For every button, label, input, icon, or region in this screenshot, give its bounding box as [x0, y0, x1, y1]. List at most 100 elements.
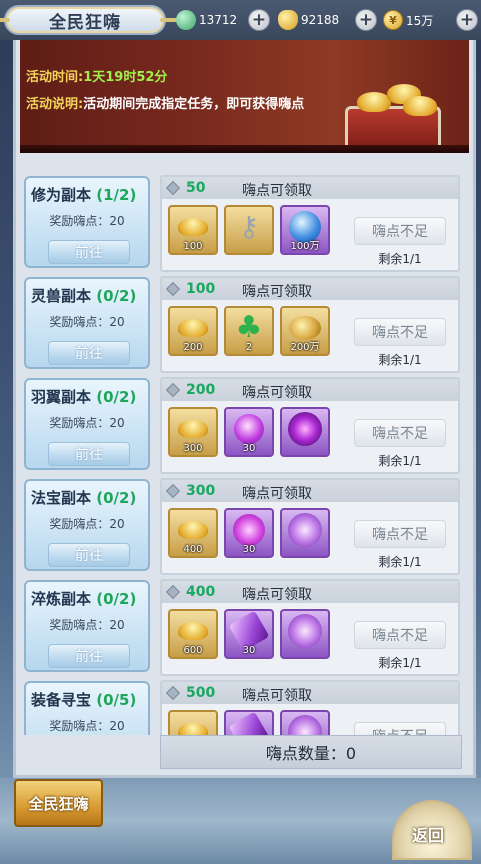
dungeon-reward: 奖励嗨点：20: [49, 517, 125, 531]
gold-ingot-icon[interactable]: 200: [168, 306, 218, 356]
dungeon-card: 羽翼副本 (0/2) 奖励嗨点：20 前往: [24, 378, 150, 470]
points-count: 嗨点数量：0: [160, 735, 462, 769]
dungeon-card: 灵兽副本 (0/2) 奖励嗨点：20 前往: [24, 277, 150, 369]
reward-header-text: 嗨点可领取: [242, 587, 312, 603]
claim-button[interactable]: 嗨点不足: [354, 318, 446, 346]
dungeon-name: 羽翼副本 (0/2): [31, 388, 137, 406]
event-time-key: 活动时间:: [26, 70, 84, 85]
reward-tier-header: 300 嗨点可领取: [162, 480, 458, 502]
event-desc-value: 活动期间完成指定任务，即可获得嗨点: [83, 97, 305, 112]
gold-ingot-icon[interactable]: 100: [168, 205, 218, 255]
go-button[interactable]: 前往: [48, 543, 130, 567]
purple-swirl-icon[interactable]: [280, 407, 330, 457]
tab-quanmin-kuanghai[interactable]: 全民狂嗨: [14, 779, 103, 827]
reward-points: 100: [186, 281, 216, 297]
dungeon-card: 装备寻宝 (0/5) 奖励嗨点：20 前往: [24, 681, 150, 735]
go-button[interactable]: 前往: [48, 442, 130, 466]
page-title: 全民狂嗨: [0, 5, 178, 35]
key-icon[interactable]: ⚷: [224, 205, 274, 255]
add-jade-button[interactable]: +: [248, 9, 270, 31]
reward-header-text: 嗨点可领取: [242, 486, 312, 502]
event-banner: 活动时间:1天19时52分 活动说明:活动期间完成指定任务，即可获得嗨点: [20, 40, 469, 153]
claim-button[interactable]: 嗨点不足: [354, 520, 446, 548]
claim-button[interactable]: 嗨点不足: [354, 217, 446, 245]
dungeon-progress: (0/2): [96, 590, 137, 608]
dungeon-name: 装备寻宝 (0/5): [31, 691, 137, 709]
reward-points: 200: [186, 382, 216, 398]
dungeon-reward: 奖励嗨点：20: [49, 618, 125, 632]
treasure-chest-icon: [337, 80, 447, 153]
dungeon-card: 法宝副本 (0/2) 奖励嗨点：20 前往: [24, 479, 150, 571]
reward-header-text: 嗨点可领取: [242, 688, 312, 704]
remaining-count: 剩余1/1: [378, 252, 422, 266]
dungeon-reward: 奖励嗨点：20: [49, 315, 125, 329]
reward-tier-header: 500 嗨点可领取: [162, 682, 458, 704]
gold-ingot-icon[interactable]: 400: [168, 508, 218, 558]
reward-header-text: 嗨点可领取: [242, 385, 312, 401]
jade-value: 13712: [199, 13, 238, 27]
reward-tier-header: 200 嗨点可领取: [162, 379, 458, 401]
gold-ingot-icon[interactable]: 600: [168, 609, 218, 659]
purple-rune-icon[interactable]: [280, 609, 330, 659]
remaining-count: 剩余1/1: [378, 555, 422, 569]
dungeon-card: 淬炼副本 (0/2) 奖励嗨点：20 前往: [24, 580, 150, 672]
purple-paw-icon[interactable]: 30: [224, 508, 274, 558]
remaining-count: 剩余1/1: [378, 353, 422, 367]
jade-icon: [176, 10, 196, 30]
go-button[interactable]: 前往: [48, 341, 130, 365]
reward-tier: 50 嗨点可领取 100 ⚷ 100万 嗨点不足 剩余1/1: [160, 175, 460, 272]
gold-ingot-resource: 92188: [278, 9, 339, 31]
event-description: 活动说明:活动期间完成指定任务，即可获得嗨点: [26, 93, 304, 112]
reward-tier: 200 嗨点可领取 300 30 嗨点不足 剩余1/1: [160, 377, 460, 474]
add-coin-button[interactable]: +: [456, 9, 478, 31]
blue-orb-icon[interactable]: 100万: [280, 205, 330, 255]
purple-fist-icon[interactable]: 30: [224, 407, 274, 457]
dungeon-progress: (0/5): [96, 691, 137, 709]
reward-tier-header: 50 嗨点可领取: [162, 177, 458, 199]
coin-resource: ¥ 15万: [383, 9, 433, 31]
reward-points: 400: [186, 584, 216, 600]
go-button[interactable]: 前往: [48, 240, 130, 264]
claim-button[interactable]: 嗨点不足: [354, 621, 446, 649]
dungeon-name: 灵兽副本 (0/2): [31, 287, 137, 305]
gold-ingot-icon[interactable]: [168, 710, 218, 735]
dungeon-progress: (1/2): [96, 186, 137, 204]
reward-tier: 100 嗨点可领取 200 ♣ 2 200万 嗨点不足 剩余1/1: [160, 276, 460, 373]
reward-points: 500: [186, 685, 216, 701]
claim-button[interactable]: 嗨点不足: [354, 419, 446, 447]
gourd-icon[interactable]: ♣ 2: [224, 306, 274, 356]
reward-points: 50: [186, 180, 206, 196]
reward-tier-header: 100 嗨点可领取: [162, 278, 458, 300]
reward-points: 300: [186, 483, 216, 499]
gold-ingot-icon[interactable]: 300: [168, 407, 218, 457]
event-time-value: 1天19时52分: [83, 70, 168, 85]
reward-tier: 500 嗨点可领取 嗨点不足: [160, 680, 460, 735]
jade-resource: 13712: [176, 9, 237, 31]
dungeon-reward: 奖励嗨点：20: [49, 416, 125, 430]
reward-tier-header: 400 嗨点可领取: [162, 581, 458, 603]
gold-ingot-value: 92188: [301, 13, 340, 27]
purple-rune-icon[interactable]: [280, 710, 330, 735]
dungeon-name: 法宝副本 (0/2): [31, 489, 137, 507]
top-bar: 全民狂嗨 13712 + 92188 + ¥ 15万 +: [0, 0, 481, 40]
purple-rune-icon[interactable]: [280, 508, 330, 558]
coins-icon[interactable]: 200万: [280, 306, 330, 356]
claim-button[interactable]: 嗨点不足: [354, 722, 446, 735]
dungeon-progress: (0/2): [96, 287, 137, 305]
purple-feather-icon[interactable]: [224, 710, 274, 735]
reward-tier: 300 嗨点可领取 400 30 嗨点不足 剩余1/1: [160, 478, 460, 575]
go-button[interactable]: 前往: [48, 644, 130, 668]
event-time: 活动时间:1天19时52分: [26, 66, 167, 85]
dungeon-name: 修为副本 (1/2): [31, 186, 137, 204]
dungeon-card: 修为副本 (1/2) 奖励嗨点：20 前往: [24, 176, 150, 268]
purple-feather-icon[interactable]: 30: [224, 609, 274, 659]
reward-tier: 400 嗨点可领取 600 30 嗨点不足 剩余1/1: [160, 579, 460, 676]
task-list[interactable]: 修为副本 (1/2) 奖励嗨点：20 前往 50 嗨点可领取 100 ⚷ 100…: [20, 170, 461, 735]
add-gold-ingot-button[interactable]: +: [355, 9, 377, 31]
reward-header-text: 嗨点可领取: [242, 183, 312, 199]
back-label: 返回: [412, 826, 445, 845]
dungeon-progress: (0/2): [96, 388, 137, 406]
dungeon-reward: 奖励嗨点：20: [49, 214, 125, 228]
reward-header-text: 嗨点可领取: [242, 284, 312, 300]
coin-icon: ¥: [383, 10, 403, 30]
